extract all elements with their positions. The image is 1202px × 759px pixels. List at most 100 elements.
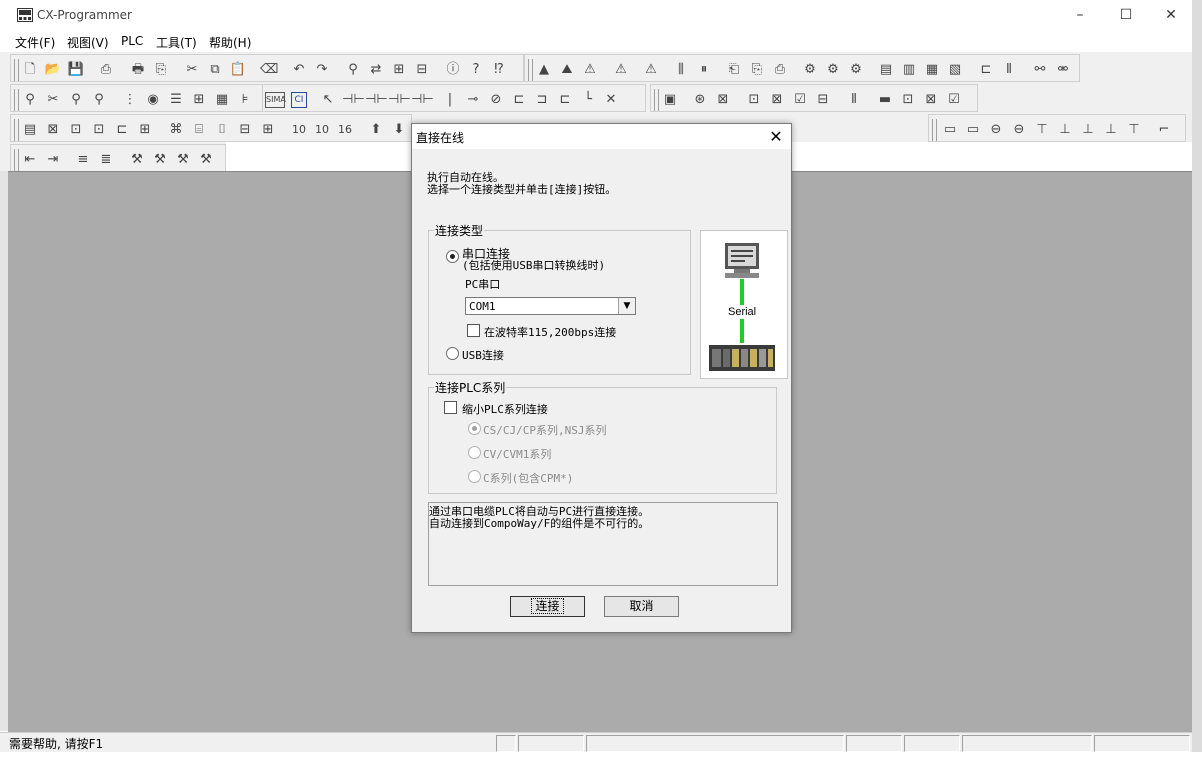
monitor-view-icon[interactable]: ◉ [144,91,162,109]
closed-coil-icon[interactable]: ⊘ [487,91,505,109]
tool-icon[interactable]: ⊠ [768,91,786,109]
io-icon[interactable]: ⊤ [1125,121,1143,139]
connect-button[interactable]: 连接 [510,596,585,617]
online-icon[interactable]: ▲ [535,61,553,79]
diagram-icon[interactable]: ⊡ [90,121,108,139]
pause-icon[interactable]: ⏸ [695,61,713,79]
line-icon[interactable]: ⊏ [556,91,574,109]
toolbar-grip[interactable] [528,59,533,81]
align-icon[interactable]: ≣ [97,151,115,169]
zoom-in-icon[interactable]: ⚲ [67,91,85,109]
vertical-line-icon[interactable]: | [441,91,459,109]
close-button[interactable]: ✕ [1148,0,1194,30]
scissors-icon[interactable]: ✂ [44,91,62,109]
delete-line-icon[interactable]: ✕ [602,91,620,109]
io-icon[interactable]: ⊖ [1010,121,1028,139]
series-cv-label[interactable]: CV/CVM1系列 [483,446,551,462]
contact-icon[interactable]: ⊣⊢ [342,91,365,109]
transfer-icon[interactable]: ⚠ [642,61,660,79]
window-icon[interactable]: ▦ [923,61,941,79]
help-icon[interactable]: ? [467,61,485,79]
open-folder-icon[interactable]: 📂 [44,61,62,79]
toolbar-grip[interactable] [14,119,19,141]
find-icon[interactable]: ⚲ [344,61,362,79]
wand-icon[interactable]: ⚒ [174,151,192,169]
grid-icon[interactable]: ⋮ [121,91,139,109]
decimal-10-icon[interactable]: 10 [290,121,308,139]
undo-icon[interactable]: ↶ [290,61,308,79]
instruction-icon[interactable]: ⊏ [510,91,528,109]
decimal-10-signed-icon[interactable]: 10 [313,121,331,139]
tool-icon[interactable]: ⊡ [899,91,917,109]
or-closed-contact-icon[interactable]: ⊣⊢ [411,91,434,109]
diagram-icon[interactable]: ⊡ [67,121,85,139]
list-icon[interactable]: ☰ [167,91,185,109]
upload-icon[interactable]: ⎘ [748,61,766,79]
line-icon[interactable]: └ [579,91,597,109]
replace-icon[interactable]: ⇄ [367,61,385,79]
select-icon[interactable]: ↖ [319,91,337,109]
tree-icon[interactable]: ⊧ [236,91,254,109]
network-icon[interactable]: ⊏ [977,61,995,79]
maximize-button[interactable]: ☐ [1103,0,1149,30]
info-icon[interactable]: ⓘ [444,61,462,79]
cancel-button[interactable]: 取消 [604,596,679,617]
delete-icon[interactable]: ⌫ [260,61,278,79]
toolbar-grip[interactable] [14,59,19,81]
link-icon[interactable]: ⚯ [1031,61,1049,79]
io-icon[interactable]: ⊤ [1033,121,1051,139]
monitor-icon[interactable]: ⚠ [612,61,630,79]
table-icon[interactable]: ⊞ [190,91,208,109]
menu-help[interactable]: 帮助(H) [209,34,251,51]
menu-file[interactable]: 文件(F) [15,34,55,51]
arrow-icon[interactable]: ⬇ [390,121,408,139]
tool-icon[interactable]: ▬ [876,91,894,109]
toolbar-grip[interactable] [14,89,19,111]
series-cv-radio[interactable] [468,446,481,459]
or-contact-icon[interactable]: ⊣⊢ [388,91,411,109]
tool-icon[interactable]: ▣ [661,91,679,109]
window-icon[interactable]: ▤ [877,61,895,79]
download-icon[interactable]: ⎙ [771,61,789,79]
outdent-icon[interactable]: ⇥ [44,151,62,169]
indent-icon[interactable]: ⇤ [21,151,39,169]
dialog-close-icon[interactable]: ✕ [764,126,788,147]
serial-radio[interactable] [446,250,459,263]
series-cs-label[interactable]: CS/CJ/CP系列,NSJ系列 [483,422,606,438]
hex-16-icon[interactable]: 16 [336,121,354,139]
save-icon[interactable]: 💾 [67,61,85,79]
io-icon[interactable]: ⊥ [1079,121,1097,139]
print-preview-icon[interactable]: ⎘ [152,61,170,79]
tool-icon[interactable]: ⊟ [814,91,832,109]
tool-icon[interactable]: ☑ [791,91,809,109]
address-reference-icon[interactable]: ⊟ [413,61,431,79]
narrow-plc-label[interactable]: 缩小PLC系列连接 [462,401,548,417]
symbol-icon[interactable]: ⌸ [190,121,208,139]
tool-icon[interactable]: ⫴ [845,91,863,109]
cross-reference-icon[interactable]: ⊞ [390,61,408,79]
minimize-button[interactable]: – [1057,0,1103,30]
force-off-icon[interactable]: ⚙ [824,61,842,79]
preview-icon[interactable]: ⎙ [97,61,115,79]
tool-icon[interactable]: ☑ [945,91,963,109]
menu-plc[interactable]: PLC [121,34,143,48]
compare-icon[interactable]: ⎗ [725,61,743,79]
baud-rate-checkbox[interactable] [467,324,480,337]
usb-radio[interactable] [446,347,459,360]
ci-icon[interactable]: CI [291,92,307,108]
tool-icon[interactable]: ⊠ [922,91,940,109]
coil-icon[interactable]: ⊸ [464,91,482,109]
symbol-icon[interactable]: ⌷ [213,121,231,139]
wand-icon[interactable]: ⚒ [128,151,146,169]
window-icon[interactable]: ▧ [946,61,964,79]
series-cs-radio[interactable] [468,422,481,435]
memory-icon[interactable]: ▦ [213,91,231,109]
toolbar-grip[interactable] [14,149,19,171]
series-c-label[interactable]: C系列(包含CPM*) [483,470,573,486]
toolbar-grip[interactable] [932,119,937,141]
com-port-select[interactable]: COM1 ▼ [465,297,636,315]
series-c-radio[interactable] [468,470,481,483]
chevron-down-icon[interactable]: ▼ [618,298,635,314]
cut-icon[interactable]: ✂ [183,61,201,79]
io-icon[interactable]: ⊖ [987,121,1005,139]
